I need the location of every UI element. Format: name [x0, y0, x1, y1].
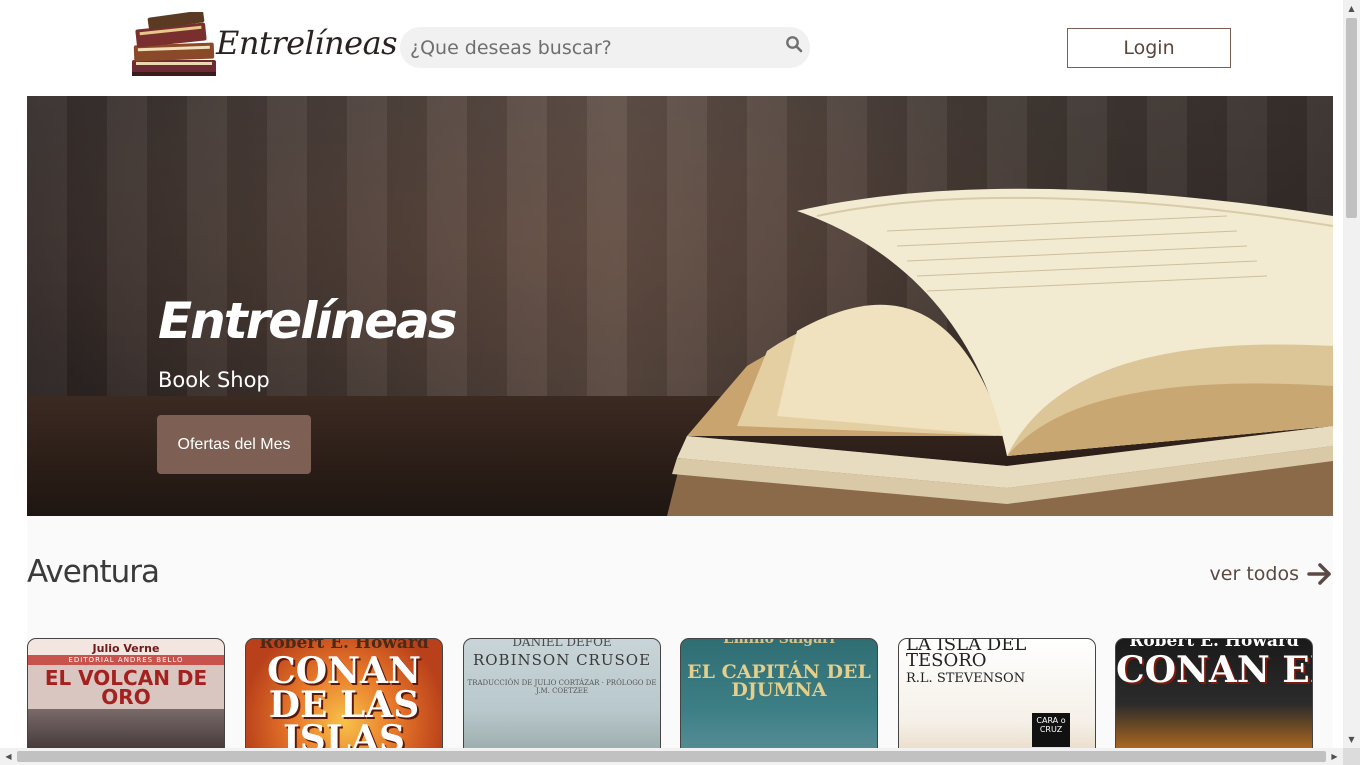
book-title: LA ISLA DEL TESORO [906, 638, 1027, 672]
scroll-down-icon[interactable]: ▼ [1343, 731, 1360, 748]
book-card[interactable]: Robert E. Howard CONAN DE LAS ISLAS [245, 638, 443, 758]
search-bar [400, 27, 810, 68]
book-list: Julio Verne EDITORIAL ANDRES BELLO EL VO… [27, 638, 1333, 758]
book-author: Emilio Salgari [723, 638, 835, 647]
book-author: Julio Verne [92, 642, 160, 655]
book-title: ROBINSON CRUSOE [472, 651, 652, 669]
books-logo-icon [132, 12, 216, 76]
book-title: EL VOLCAN DE ORO [44, 666, 208, 709]
open-book-image [667, 188, 1333, 516]
login-button[interactable]: Login [1067, 28, 1231, 68]
book-card[interactable]: Julio Verne EDITORIAL ANDRES BELLO EL VO… [27, 638, 225, 758]
book-card[interactable]: DANIEL DEFOE ROBINSON CRUSOE TRADUCCIÓN … [463, 638, 661, 758]
scroll-right-icon[interactable]: ▶ [1326, 748, 1343, 765]
publisher-logo: CARA o CRUZ [1032, 713, 1070, 747]
book-title: EL CAPITÁN DEL DJUMNA [687, 661, 871, 702]
search-input[interactable] [410, 27, 770, 68]
see-all-label: ver todos [1209, 563, 1299, 585]
hero-title: Entrelíneas [158, 292, 458, 350]
book-card[interactable]: LA ISLA DEL TESORO R.L. STEVENSON CARA o… [898, 638, 1096, 758]
book-card[interactable]: Robert E. Howard CONAN EL USURPADOR [1115, 638, 1313, 758]
book-card[interactable]: Emilio Salgari EL CAPITÁN DEL DJUMNA [680, 638, 878, 758]
book-credits: TRADUCCIÓN DE JULIO CORTÁZAR · PRÓLOGO D… [467, 679, 657, 695]
arrow-right-icon [1307, 563, 1331, 585]
vertical-scroll-thumb[interactable] [1346, 18, 1357, 218]
hero-subtitle: Book Shop [158, 368, 270, 392]
site-header: Entrelíneas Login [0, 0, 1343, 95]
vertical-scrollbar[interactable]: ▲ ▼ [1343, 0, 1360, 748]
see-all-link[interactable]: ver todos [1210, 563, 1333, 585]
category-section: Aventura ver todos Julio Verne EDITORIAL… [27, 516, 1333, 758]
book-author: R.L. STEVENSON [906, 671, 1026, 686]
book-publisher: EDITORIAL ANDRES BELLO [28, 655, 224, 665]
hero-banner: Entrelíneas Book Shop Ofertas del Mes [27, 96, 1333, 516]
site-logo[interactable]: Entrelíneas [128, 10, 398, 85]
scroll-left-icon[interactable]: ◀ [0, 748, 17, 765]
scroll-up-icon[interactable]: ▲ [1343, 0, 1360, 17]
search-icon[interactable] [785, 35, 803, 53]
scrollbar-corner [1343, 748, 1360, 765]
category-title: Aventura [27, 554, 160, 590]
monthly-offers-button[interactable]: Ofertas del Mes [157, 415, 311, 474]
book-title: CONAN EL USURPADOR [1116, 649, 1312, 691]
logo-text: Entrelíneas [216, 24, 398, 62]
horizontal-scroll-thumb[interactable] [17, 751, 1326, 762]
book-title: CONAN DE LAS ISLAS [267, 650, 421, 758]
book-author: DANIEL DEFOE [512, 638, 612, 649]
horizontal-scrollbar[interactable]: ◀ ▶ [0, 748, 1343, 765]
